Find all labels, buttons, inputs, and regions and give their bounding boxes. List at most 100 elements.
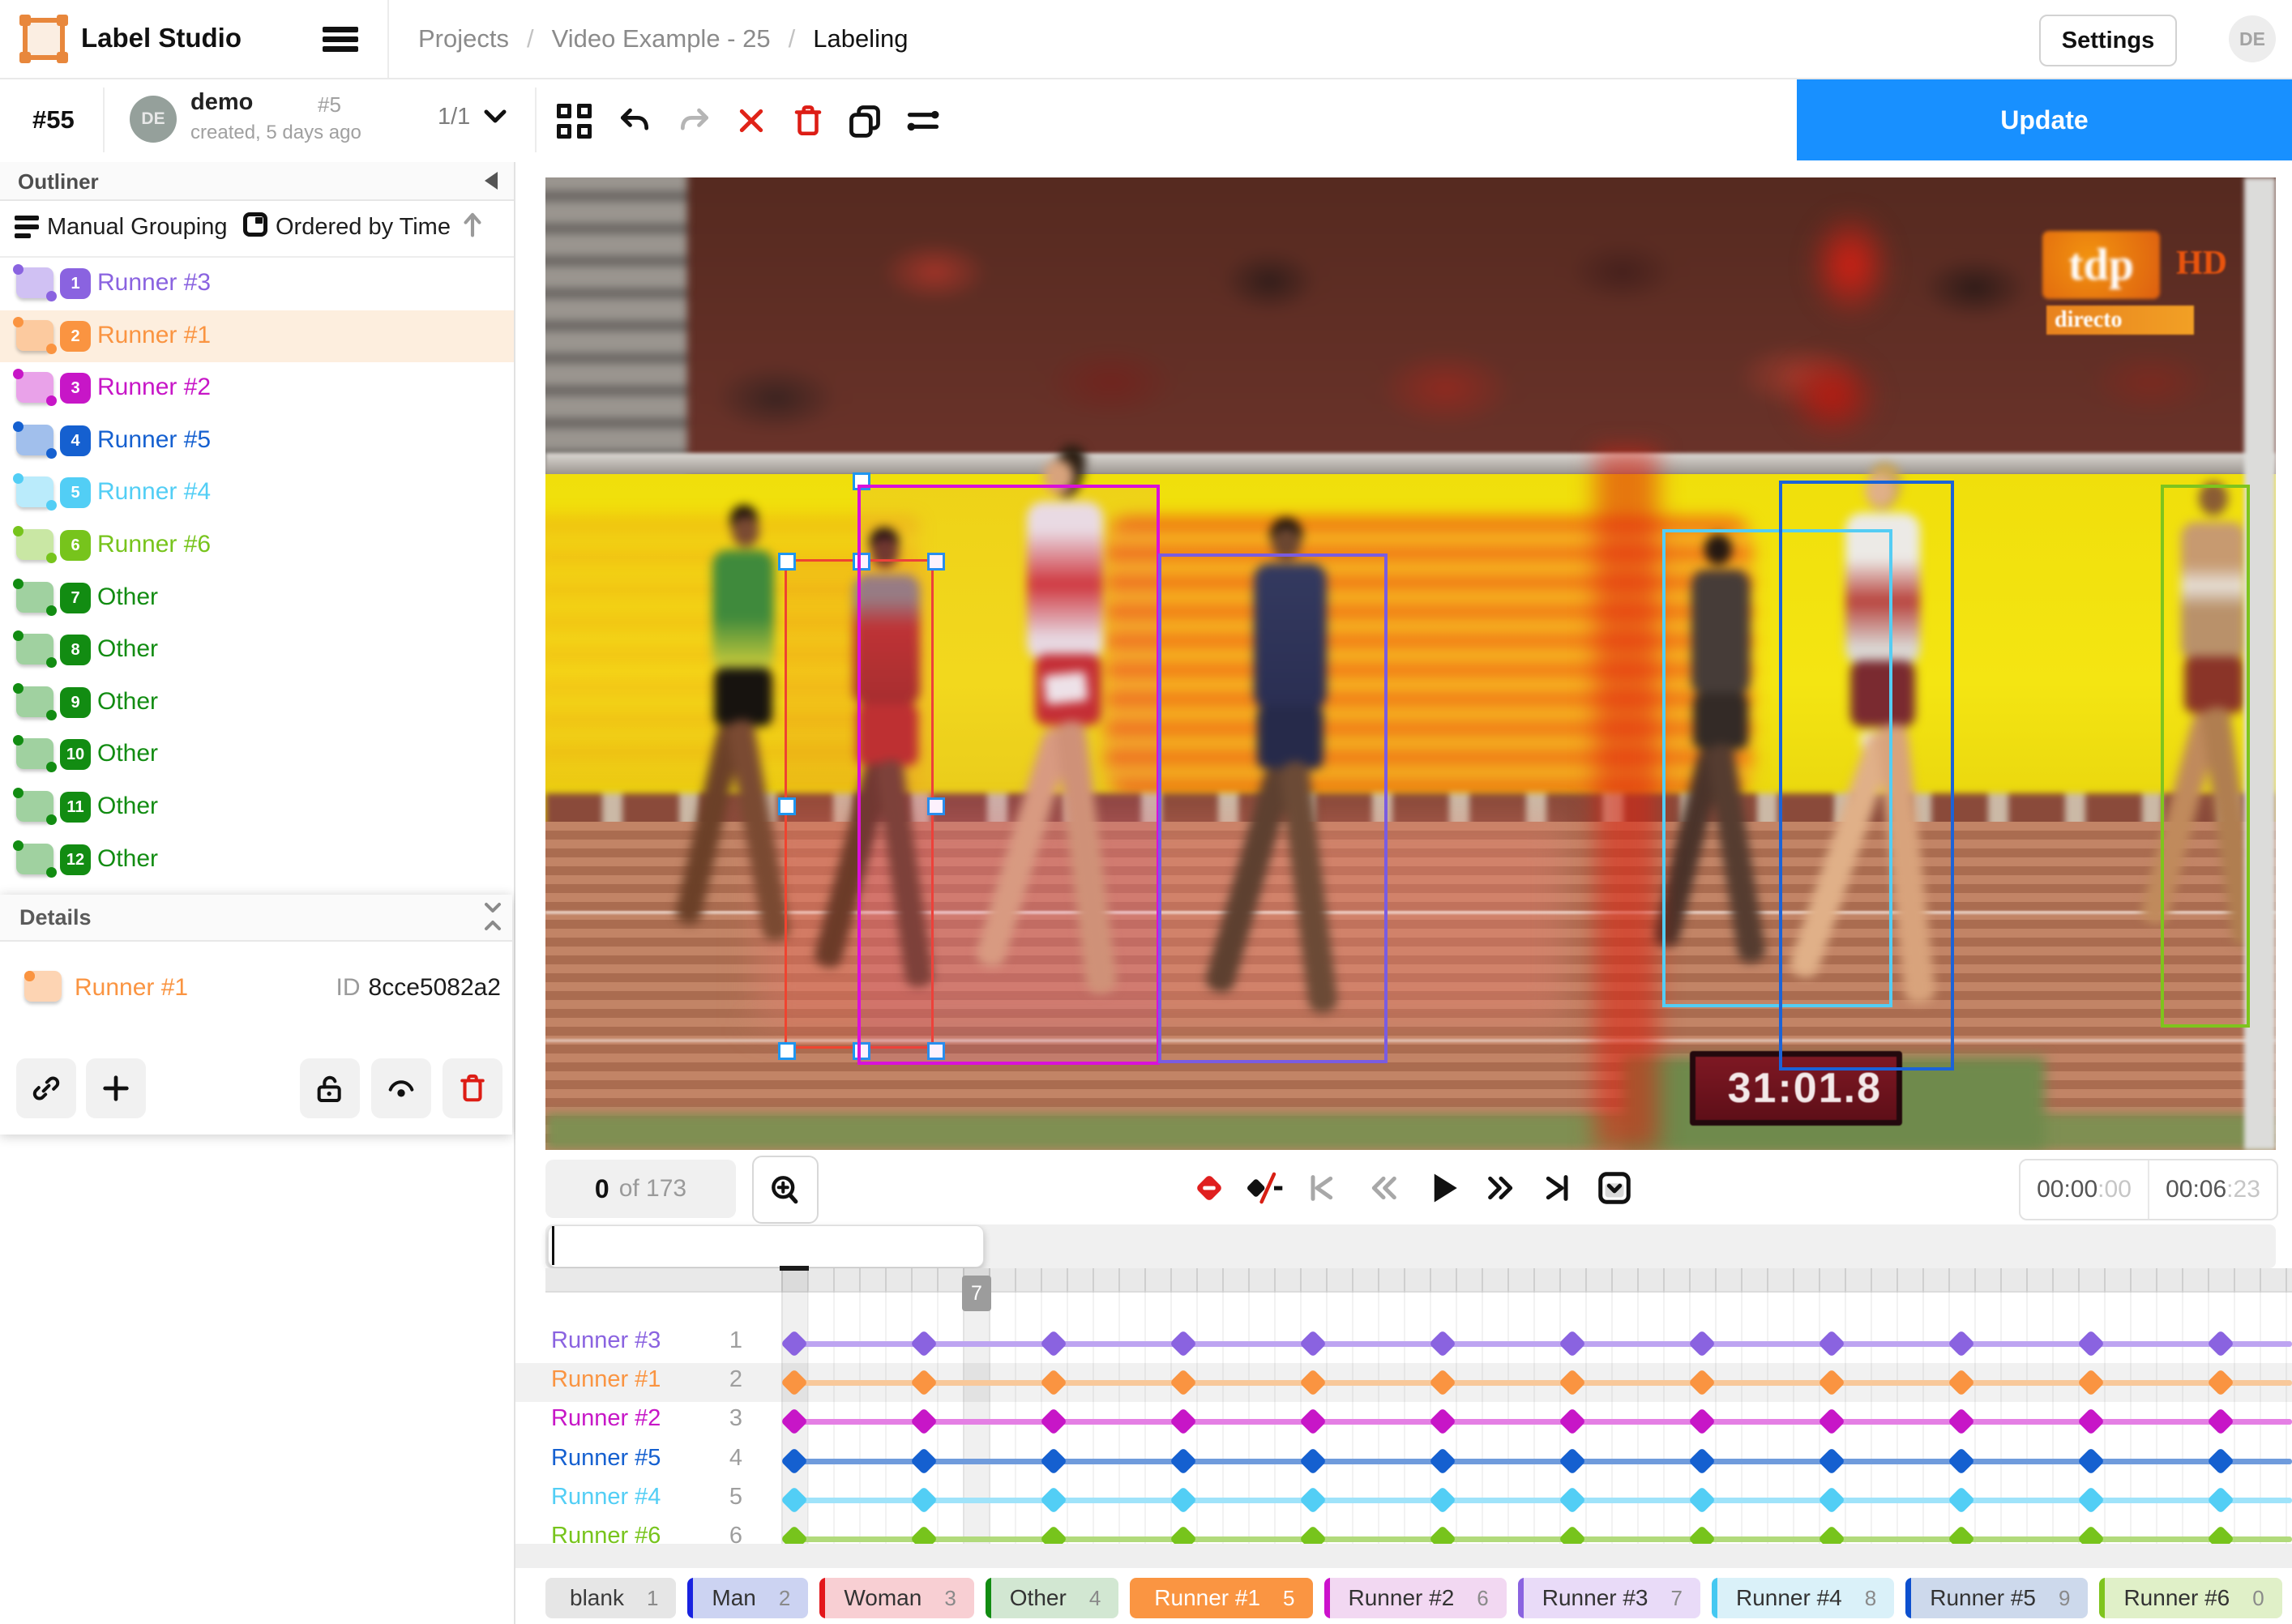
region-order-badge: 3 <box>60 373 91 404</box>
add-meta-button[interactable] <box>86 1058 146 1118</box>
breadcrumb-projects[interactable]: Projects <box>418 24 509 53</box>
outliner-region-runner-4-5[interactable]: 5Runner #4 <box>0 467 514 519</box>
label-text: Man <box>712 1585 755 1611</box>
label-button-runner-5[interactable]: Runner #59 <box>1905 1578 2088 1618</box>
delete-region-button[interactable] <box>443 1058 502 1118</box>
menu-icon[interactable] <box>323 27 358 53</box>
app-header: Label Studio Projects / Video Example - … <box>0 0 2292 79</box>
video-region-runner-2[interactable] <box>857 485 1160 1065</box>
track-row-runner-3[interactable]: Runner #31 <box>551 1327 742 1363</box>
lock-region-button[interactable] <box>300 1058 360 1118</box>
views-grid-icon[interactable] <box>554 100 594 141</box>
video-region-runner-5[interactable] <box>1779 481 1954 1071</box>
keyframe-toggle-icon[interactable] <box>1243 1167 1285 1209</box>
outliner-region-other-9[interactable]: 9Other <box>0 677 514 729</box>
order-direction-icon[interactable] <box>460 211 485 238</box>
annotation-created: created, 5 days ago <box>190 122 361 144</box>
keyframe-remove-icon[interactable] <box>1188 1167 1230 1209</box>
update-button[interactable]: Update <box>1797 79 2292 160</box>
outliner-region-runner-3-1[interactable]: 1Runner #3 <box>0 258 514 310</box>
play-icon[interactable] <box>1423 1167 1465 1209</box>
annotator-avatar[interactable]: DE <box>130 96 177 143</box>
label-button-other[interactable]: Other4 <box>986 1578 1119 1618</box>
label-button-runner-3[interactable]: Runner #37 <box>1518 1578 1700 1618</box>
outliner-region-other-7[interactable]: 7Other <box>0 572 514 624</box>
track-row-runner-1[interactable]: Runner #12 <box>551 1366 742 1402</box>
label-button-runner-1[interactable]: Runner #15 <box>1130 1578 1312 1618</box>
region-label: Other <box>97 740 158 767</box>
track-label[interactable]: Runner #4 <box>551 1484 661 1511</box>
outliner-region-other-12[interactable]: 12Other <box>0 834 514 886</box>
label-button-runner-2[interactable]: Runner #26 <box>1324 1578 1507 1618</box>
track-row-runner-4[interactable]: Runner #45 <box>551 1484 742 1519</box>
label-button-woman[interactable]: Woman3 <box>819 1578 973 1618</box>
user-avatar[interactable]: DE <box>2229 15 2276 62</box>
track-label[interactable]: Runner #5 <box>551 1445 661 1472</box>
collapse-panel-icon[interactable] <box>485 172 498 190</box>
reset-icon[interactable] <box>731 100 772 141</box>
label-color-stripe <box>2099 1578 2105 1618</box>
region-bbox-icon <box>24 971 62 1002</box>
outliner-region-runner-2-3[interactable]: 3Runner #2 <box>0 362 514 414</box>
next-frame-icon[interactable] <box>1480 1167 1522 1209</box>
hide-region-button[interactable] <box>371 1058 431 1118</box>
relations-button[interactable] <box>16 1058 76 1118</box>
outliner-region-other-8[interactable]: 8Other <box>0 624 514 676</box>
breadcrumb-project-name[interactable]: Video Example - 25 <box>552 24 771 53</box>
outliner-region-runner-1-2[interactable]: 2Runner #1 <box>0 310 514 362</box>
label-hotkey: 1 <box>647 1586 658 1611</box>
resize-handle[interactable] <box>778 797 796 815</box>
outliner-region-other-10[interactable]: 10Other <box>0 729 514 780</box>
keyframe-lane <box>794 1498 2292 1503</box>
region-label: Runner #2 <box>97 374 211 401</box>
minimap-playhead[interactable] <box>552 1226 554 1265</box>
track-label[interactable]: Runner #3 <box>551 1327 661 1354</box>
label-button-runner-4[interactable]: Runner #48 <box>1712 1578 1894 1618</box>
ordering-mode[interactable]: Ordered by Time <box>276 214 451 241</box>
track-row-runner-5[interactable]: Runner #54 <box>551 1445 742 1481</box>
label-text: Runner #3 <box>1542 1585 1648 1611</box>
delete-annotation-icon[interactable] <box>788 100 828 141</box>
collapse-details-icon[interactable] <box>481 900 504 935</box>
prev-frame-icon[interactable] <box>1362 1167 1405 1209</box>
outliner-region-runner-6-6[interactable]: 6Runner #6 <box>0 519 514 571</box>
zoom-button[interactable] <box>752 1156 819 1224</box>
skip-end-icon[interactable] <box>1537 1167 1579 1209</box>
sidebar: Outliner Manual Grouping Ordered by Time… <box>0 162 515 1624</box>
label-text: Woman <box>844 1585 922 1611</box>
annotation-ref: #5 <box>318 92 341 118</box>
resize-handle[interactable] <box>778 1042 796 1060</box>
track-label[interactable]: Runner #2 <box>551 1405 661 1432</box>
label-studio-logo-icon <box>23 18 65 60</box>
label-button-runner-6[interactable]: Runner #60 <box>2099 1578 2281 1618</box>
minimap-region-lines <box>553 1229 2276 1266</box>
resize-handle[interactable] <box>778 553 796 571</box>
hd-tag: HD <box>2176 244 2227 283</box>
crowd-band <box>545 177 2276 477</box>
skip-start-icon[interactable] <box>1300 1167 1342 1209</box>
outliner-region-runner-5-4[interactable]: 4Runner #5 <box>0 415 514 467</box>
track-label[interactable]: Runner #1 <box>551 1366 661 1393</box>
region-bbox-icon <box>16 686 53 717</box>
breadcrumb-labeling: Labeling <box>813 24 908 53</box>
region-bbox-icon <box>16 844 53 874</box>
settings-button[interactable]: Settings <box>2039 15 2177 66</box>
label-button-man[interactable]: Man2 <box>687 1578 808 1618</box>
frame-counter[interactable]: 0of 173 <box>545 1160 736 1218</box>
duplicate-icon[interactable] <box>845 100 885 141</box>
label-button-blank[interactable]: blank1 <box>545 1578 676 1618</box>
timeline-minimap[interactable] <box>545 1224 2276 1268</box>
outliner-region-other-11[interactable]: 11Other <box>0 781 514 833</box>
video-region-runner-3[interactable] <box>1158 553 1388 1063</box>
interpolation-toggle-icon[interactable] <box>1593 1167 1636 1209</box>
chevron-down-icon[interactable] <box>483 109 507 125</box>
frame-ruler-ticks <box>781 1268 2292 1291</box>
redo-icon[interactable] <box>674 100 715 141</box>
ordering-icon <box>243 212 267 237</box>
track-row-runner-2[interactable]: Runner #23 <box>551 1405 742 1441</box>
grouping-mode[interactable]: Manual Grouping <box>47 214 227 241</box>
video-region-runner-6[interactable] <box>2161 485 2250 1028</box>
settings-sliders-icon[interactable] <box>903 100 943 141</box>
region-bbox-icon <box>16 634 53 665</box>
undo-icon[interactable] <box>614 100 655 141</box>
